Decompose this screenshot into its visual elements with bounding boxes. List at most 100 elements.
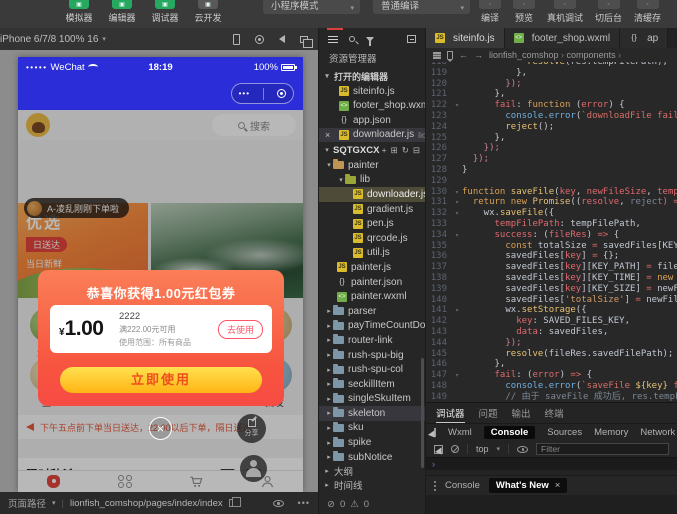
toolbar-button-simulator[interactable]: ▣模拟器 [62,0,96,24]
collapse-all-icon[interactable]: ⊟ [413,145,420,156]
more-menu-icon[interactable]: ••• [239,89,250,98]
panel-tab-问题[interactable]: 问题 [479,403,498,423]
go-use-button[interactable]: 去使用 [218,320,263,339]
tree-item[interactable]: JSpainter.js [319,260,425,275]
toolbar-button-background[interactable]: ◦切后台 [593,0,624,24]
mode-select[interactable]: 小程序模式 ▾ [263,0,360,14]
timeline-section[interactable]: ▸ 时间线 [319,478,425,492]
new-file-icon[interactable]: + [382,145,387,156]
close-icon[interactable]: × [555,480,561,491]
exit-target-icon[interactable] [277,89,286,98]
tree-item[interactable]: <>painter.wxml [319,289,425,304]
popup-close-button[interactable]: × [149,417,172,440]
devtools-tab-memory[interactable]: Memory [594,427,628,438]
open-editor-item[interactable]: {}app.json [319,113,425,128]
menu-icon[interactable] [328,36,338,38]
more-icon[interactable]: ••• [298,498,310,508]
code-area[interactable]: 118 resolve(res.tempFilePath);119 },120 … [426,62,677,402]
fold-icon[interactable]: ▿ [452,305,462,316]
collapse-panel-icon[interactable] [407,35,416,43]
open-editor-item[interactable]: JSsiteinfo.js [319,84,425,99]
panel-tab-调试器[interactable]: 调试器 [436,403,465,423]
whats-new-tab[interactable]: What's New × [489,478,568,493]
drawer-menu-icon[interactable] [434,481,436,483]
toolbar-button-preview[interactable]: ◦预览 [511,0,537,24]
forward-icon[interactable]: → [474,50,483,60]
open-editor-item[interactable]: <>footer_shop.wxmllio... [319,99,425,114]
tree-item[interactable]: ▸seckillItem [319,377,425,392]
sound-icon[interactable] [279,35,285,43]
tree-item[interactable]: ▸skeleton [319,406,425,421]
tree-item[interactable]: ▸rush-spu-big [319,348,425,363]
compile-select[interactable]: 普通编译 ▾ [373,0,470,14]
close-icon[interactable]: × [325,130,330,140]
devtools-tab-sources[interactable]: Sources [547,427,582,438]
tree-item[interactable]: ▸payTimeCountDo... [319,319,425,334]
tree-item[interactable]: JSqrcode.js [319,231,425,246]
fold-icon[interactable]: ▿ [452,187,462,198]
fold-icon[interactable]: ▿ [452,230,462,241]
problems-status[interactable]: ⊘0 ⚠0 [319,494,425,514]
tree-item[interactable]: ▾lib [319,173,425,188]
explorer-scrollbar[interactable] [421,358,424,468]
device-frame-icon[interactable] [233,34,240,45]
bookmark-icon[interactable] [447,51,453,59]
refresh-icon[interactable]: ↻ [402,145,409,156]
open-editors-header[interactable]: ▾ 打开的编辑器 [319,68,425,84]
tree-item[interactable]: ▸subNotice [319,450,425,465]
breadcrumb-segment[interactable]: components [567,50,616,60]
editor-tab[interactable]: <>footer_shop.wxml [505,28,620,48]
console-filter-input[interactable]: Filter [536,443,669,455]
toolbar-button-debugger[interactable]: ▣调试器 [148,0,182,24]
devtools-tab-network[interactable]: Network [640,427,675,438]
chevron-down-icon[interactable]: ▾ [52,499,56,507]
breadcrumb-path[interactable]: lionfish_comshop › components › [489,50,621,60]
editor-tab[interactable]: {}ap [620,28,668,48]
copy-icon[interactable] [229,499,236,507]
float-window-icon[interactable] [300,36,308,43]
console-output[interactable]: › [426,457,677,470]
toolbar-button-editor[interactable]: ▣编辑器 [105,0,139,24]
tree-item[interactable]: ▸router-link [319,333,425,348]
toolbar-button-compile[interactable]: ◦编译 [477,0,503,24]
new-folder-icon[interactable]: ⊞ [391,145,398,156]
panel-tab-终端[interactable]: 终端 [545,403,564,423]
project-header[interactable]: ▾ SQTGXCX + ⊞ ↻ ⊟ [319,142,425,158]
tree-item[interactable]: ▸spike [319,435,425,450]
tree-item[interactable]: ▸rush-spu-col [319,362,425,377]
context-select[interactable]: top [476,444,489,454]
fold-icon[interactable]: ▿ [452,100,462,111]
fold-icon[interactable]: ▿ [452,197,462,208]
toolbar-button-cloud-dev[interactable]: ▣云开发 [191,0,225,24]
console-sidebar-icon[interactable] [434,445,443,454]
tree-item[interactable]: JSdownloader.js [319,187,425,202]
tree-item[interactable]: ▸parser [319,304,425,319]
tree-item[interactable]: {}painter.json [319,275,425,290]
eye-icon[interactable] [273,500,284,507]
search-icon[interactable] [349,36,355,42]
devtools-tab-wxml[interactable]: Wxml [448,427,472,438]
filter-icon[interactable] [366,37,374,42]
tree-item[interactable]: ▸sku [319,421,425,436]
tree-item[interactable]: ▾painter [319,158,425,173]
outline-section[interactable]: ▸ 大纲 [319,464,425,478]
device-selector[interactable]: iPhone 6/7/8 100% 16 [0,34,98,45]
outline-icon[interactable] [433,52,441,53]
live-expression-icon[interactable] [517,446,528,453]
inspect-icon[interactable] [434,428,436,437]
record-icon[interactable] [255,35,264,44]
tree-item[interactable]: JSutil.js [319,246,425,261]
breadcrumb-segment[interactable]: lionfish_comshop [489,50,559,60]
drawer-console-label[interactable]: Console [445,480,480,491]
tree-item[interactable]: ▸singleSkuItem [319,392,425,407]
use-now-button[interactable]: 立即使用 [60,367,262,393]
clear-console-icon[interactable] [451,445,459,453]
tree-item[interactable]: JSpen.js [319,216,425,231]
editor-tab[interactable]: JSsiteinfo.js [426,28,505,48]
back-icon[interactable]: ← [459,50,468,60]
fold-icon[interactable]: ▿ [452,208,462,219]
open-editor-item[interactable]: ×JSdownloader.jslionfis... [319,128,425,143]
toolbar-button-clear-cache[interactable]: ◦清缓存 [632,0,663,24]
panel-tab-输出[interactable]: 输出 [512,403,531,423]
toolbar-button-device-debug[interactable]: ◦真机调试 [545,0,585,24]
